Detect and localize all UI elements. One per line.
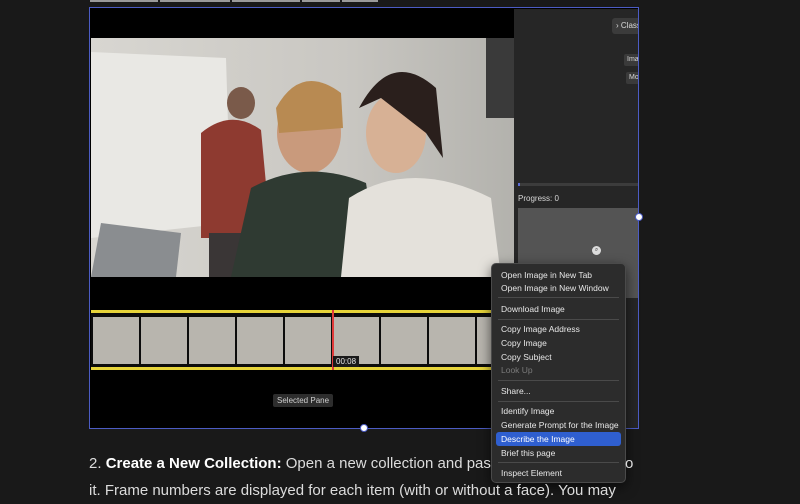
resize-handle-bottom[interactable] — [360, 424, 368, 432]
menu-item-download-image[interactable]: Download Image — [496, 302, 621, 316]
image-button[interactable]: Ima — [624, 54, 638, 66]
menu-item-copy-image[interactable]: Copy Image — [496, 336, 621, 350]
menu-item-copy-subject[interactable]: Copy Subject — [496, 350, 621, 364]
video-frame-illustration — [91, 38, 514, 277]
zoom-icon[interactable]: ⌕ — [592, 246, 601, 255]
filmstrip-thumbnail — [381, 317, 427, 364]
menu-separator — [498, 380, 619, 381]
resize-handle-right[interactable] — [635, 213, 643, 221]
filmstrip-thumbnail — [93, 317, 139, 364]
menu-item-identify-image[interactable]: Identify Image — [496, 404, 621, 418]
menu-separator — [498, 401, 619, 402]
filmstrip-thumbnail — [141, 317, 187, 364]
article-text: 2. Create a New Collection: Open a new c… — [89, 450, 649, 504]
menu-separator — [498, 319, 619, 320]
step-text: Open a new collection and pas — [281, 455, 491, 472]
step-text-tail: o — [625, 455, 634, 472]
filmstrip-thumbnail — [237, 317, 283, 364]
menu-item-open-new-window[interactable]: Open Image in New Window — [496, 281, 621, 295]
menu-item-open-new-tab[interactable]: Open Image in New Tab — [496, 268, 621, 282]
chevron-right-icon: › — [616, 21, 619, 30]
video-frame[interactable] — [91, 38, 514, 277]
article-line-1: 2. Create a New Collection: Open a new c… — [89, 450, 649, 477]
menu-item-share[interactable]: Share... — [496, 384, 621, 398]
selected-pane-label: Selected Pane — [273, 394, 334, 407]
step-title: Create a New Collection: — [105, 455, 282, 472]
top-bar-remnant — [90, 0, 378, 2]
menu-item-copy-image-address[interactable]: Copy Image Address — [496, 322, 621, 336]
filmstrip-thumbnail — [189, 317, 235, 364]
menu-item-describe-image[interactable]: Describe the Image — [496, 432, 621, 446]
progress-bar — [518, 183, 638, 186]
mode-button[interactable]: Mo — [626, 72, 638, 84]
menu-item-generate-prompt[interactable]: Generate Prompt for the Image — [496, 418, 621, 432]
classify-button[interactable]: › Class — [612, 18, 639, 34]
classify-button-label: Class — [620, 21, 639, 30]
progress-bar-fill — [518, 183, 520, 186]
timestamp-badge: 00:08 — [333, 356, 360, 367]
menu-separator — [498, 297, 619, 298]
menu-item-look-up: Look Up — [501, 365, 533, 375]
filmstrip-thumbnail — [429, 317, 475, 364]
step-number: 2. — [89, 455, 102, 472]
progress-label: Progress: 0 — [518, 194, 559, 203]
filmstrip-thumbnail — [285, 317, 331, 364]
timeline-filmstrip[interactable] — [91, 310, 514, 370]
